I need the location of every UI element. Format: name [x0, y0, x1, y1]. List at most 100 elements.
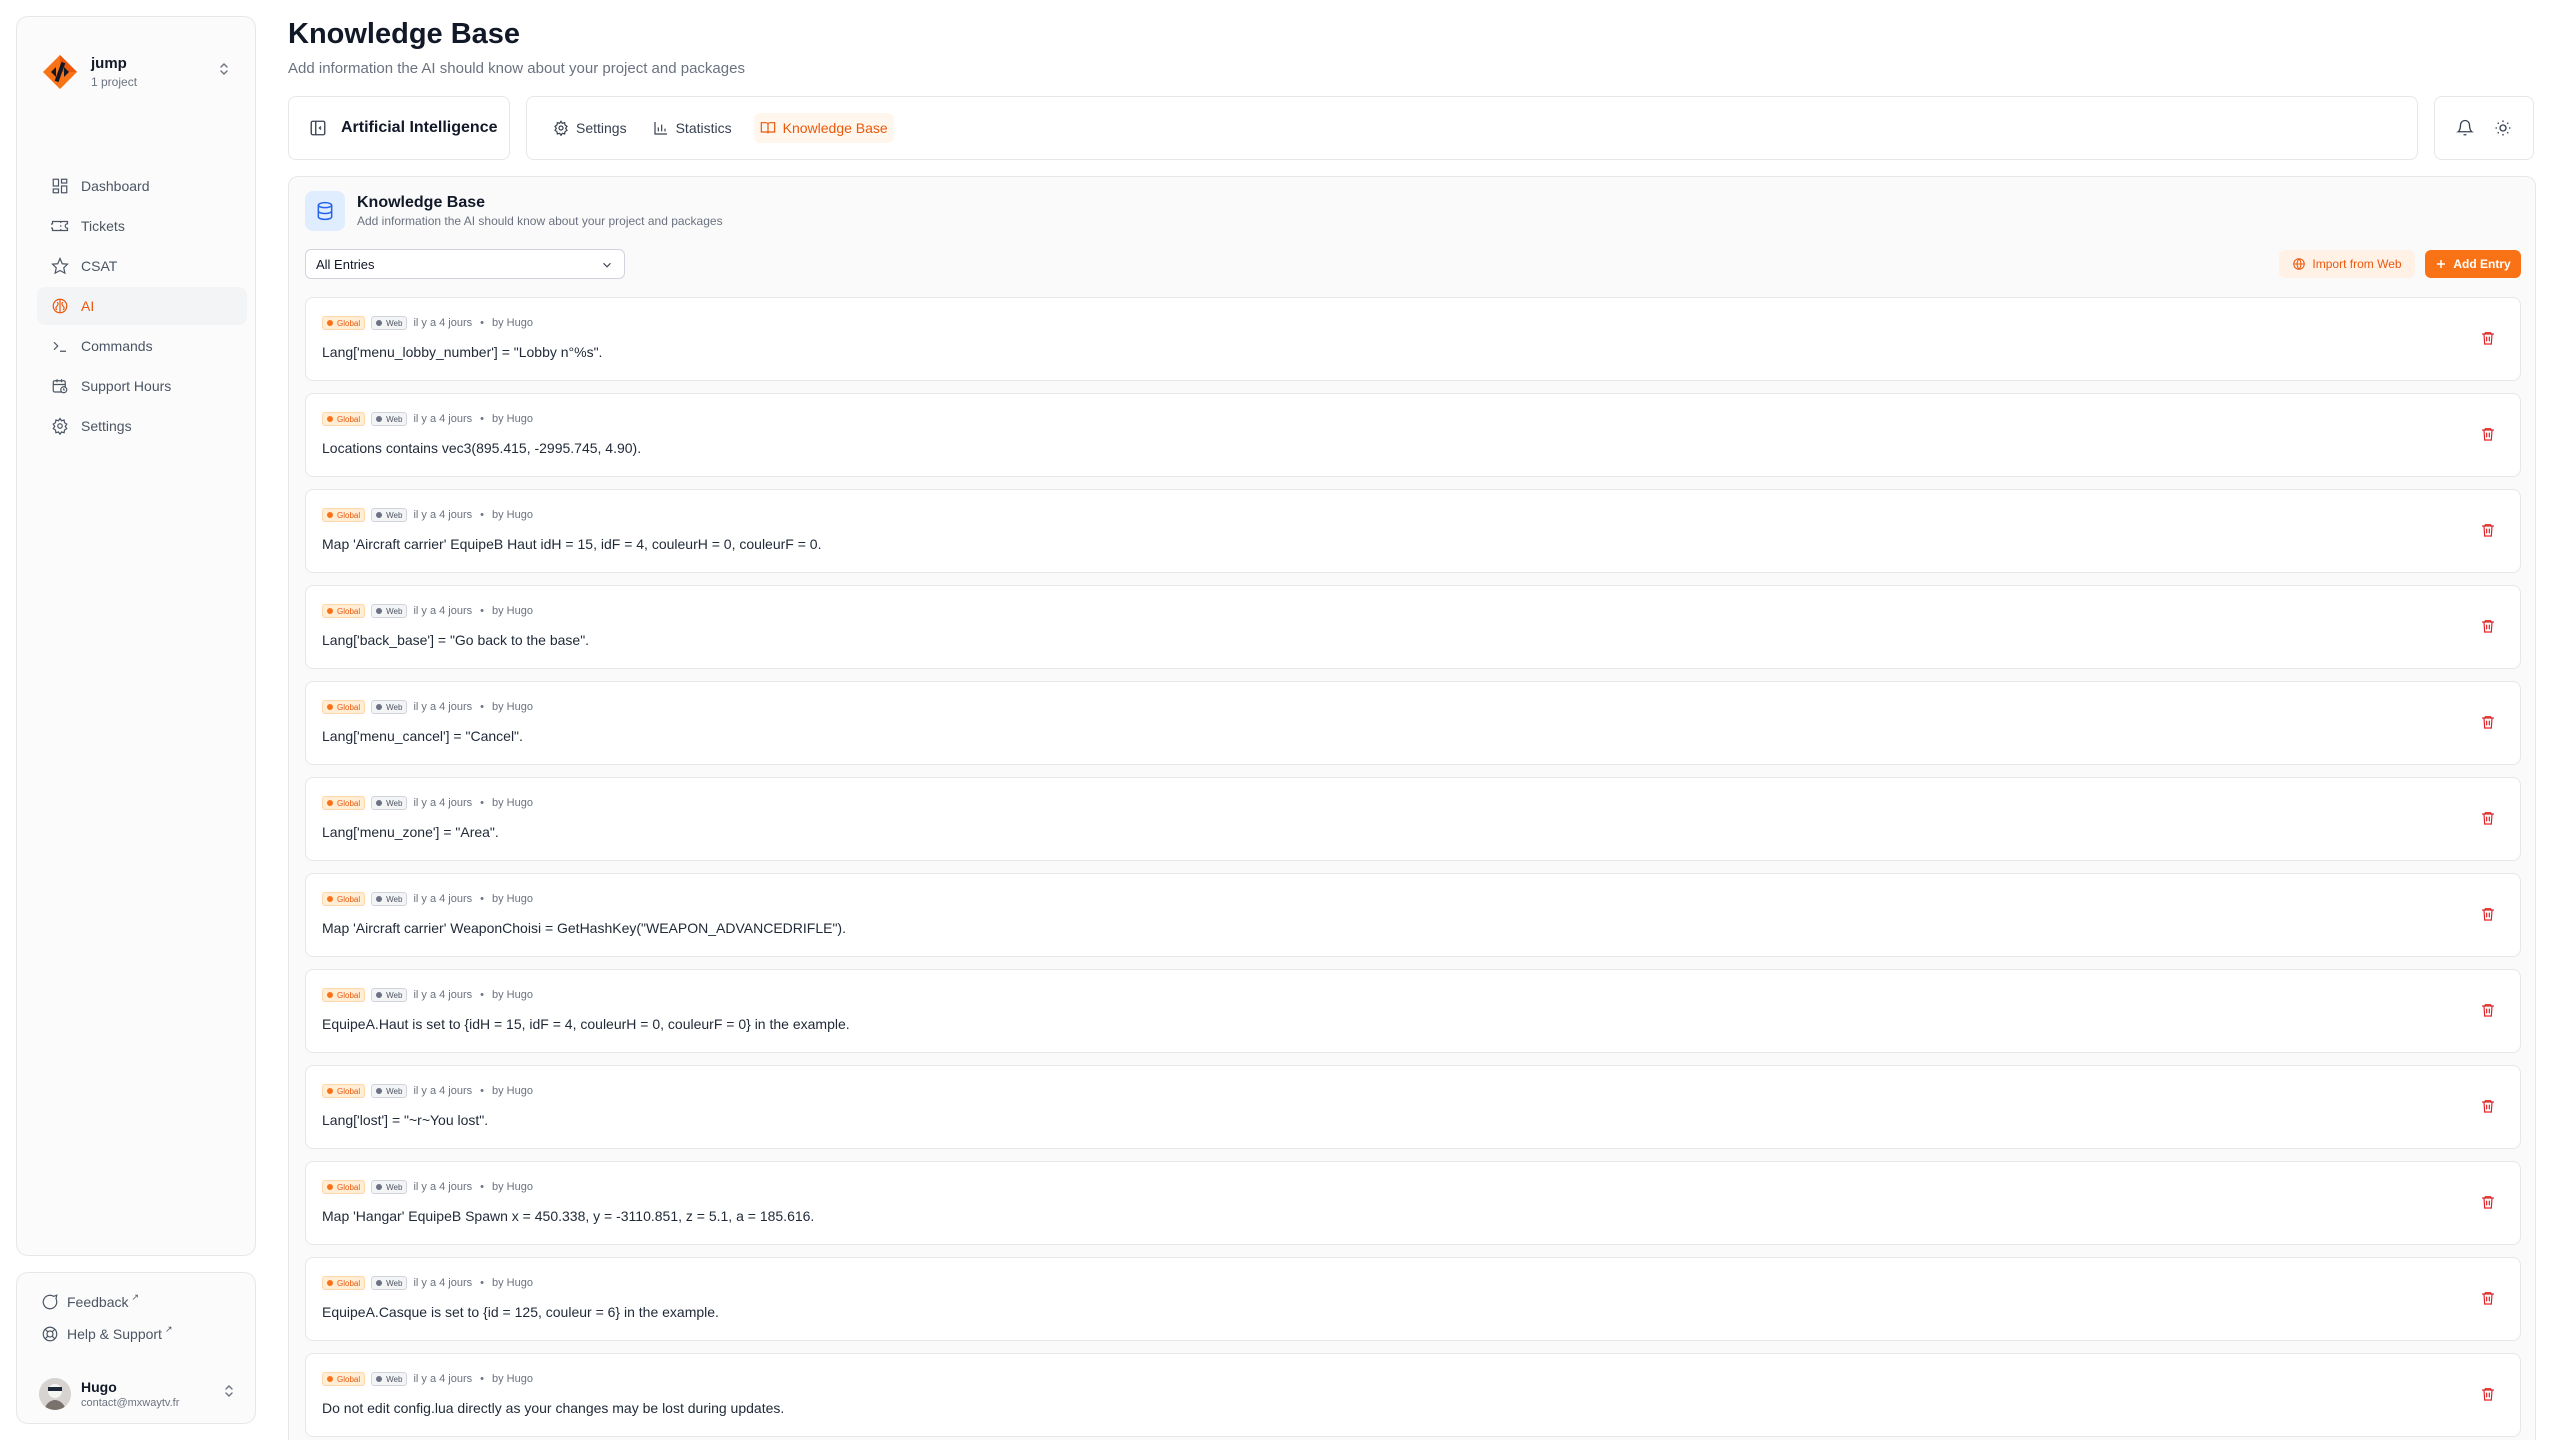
entry-time: il y a 4 jours	[413, 605, 473, 617]
entry-text: Map 'Aircraft carrier' WeaponChoisi = Ge…	[322, 920, 846, 936]
user-email: contact@mxwaytv.fr	[81, 1396, 180, 1409]
entry-text: Map 'Aircraft carrier' EquipeB Haut idH …	[322, 536, 822, 552]
trash-icon[interactable]	[2480, 1002, 2496, 1018]
list-item: Global Web il y a 4 jours • by Hugo Map 'Airc…	[305, 873, 2521, 957]
panel-subtitle: Add information the AI should know about…	[357, 214, 723, 228]
trash-icon[interactable]	[2480, 810, 2496, 826]
sidebar-item-label: Settings	[81, 418, 132, 434]
meta-separator: •	[480, 509, 484, 521]
trash-icon[interactable]	[2480, 426, 2496, 442]
entry-meta: Global Web il y a 4 jours • by Hugo	[322, 796, 533, 810]
import-label: Import from Web	[2312, 257, 2402, 271]
meta-separator: •	[480, 1181, 484, 1193]
user-menu[interactable]: Hugo contact@mxwaytv.fr	[39, 1373, 239, 1415]
badge-web: Web	[371, 412, 408, 426]
badge-web: Web	[371, 796, 408, 810]
sidebar-item-csat[interactable]: CSAT	[37, 247, 247, 285]
entry-text: Lang['menu_zone'] = "Area".	[322, 824, 499, 840]
globe-icon	[2293, 258, 2306, 270]
bell-icon[interactable]	[2456, 119, 2474, 137]
trash-icon[interactable]	[2480, 618, 2496, 634]
list-item: Global Web il y a 4 jours • by Hugo EquipeA.C…	[305, 1257, 2521, 1341]
dashboard-icon	[52, 178, 68, 194]
badge-web: Web	[371, 604, 408, 618]
entry-time: il y a 4 jours	[413, 1085, 473, 1097]
lifebuoy-icon	[42, 1326, 58, 1342]
sidebar-item-dashboard[interactable]: Dashboard	[37, 167, 247, 205]
project-switcher[interactable]: jump 1 project	[41, 37, 233, 107]
project-logo-icon	[41, 53, 79, 91]
user-name: Hugo	[81, 1378, 117, 1395]
badge-web: Web	[371, 508, 408, 522]
sidebar-item-label: Dashboard	[81, 178, 150, 194]
entry-meta: Global Web il y a 4 jours • by Hugo	[322, 1180, 533, 1194]
sidebar-item-ai[interactable]: AI	[37, 287, 247, 325]
list-item: Global Web il y a 4 jours • by Hugo Lang['los…	[305, 1065, 2521, 1149]
badge-global: Global	[322, 316, 366, 330]
entry-time: il y a 4 jours	[413, 509, 473, 521]
entry-meta: Global Web il y a 4 jours • by Hugo	[322, 508, 533, 522]
page-description: Add information the AI should know about…	[288, 60, 745, 77]
trash-icon[interactable]	[2480, 714, 2496, 730]
gear-icon	[554, 120, 568, 136]
sidebar-item-label: CSAT	[81, 258, 118, 274]
badge-global: Global	[322, 1276, 366, 1290]
feedback-link[interactable]: Feedback ↗	[41, 1292, 139, 1311]
entry-author: by Hugo	[492, 893, 533, 905]
terminal-icon	[53, 341, 66, 352]
sidebar-item-tickets[interactable]: Tickets	[37, 207, 247, 245]
meta-separator: •	[480, 893, 484, 905]
sidebar-item-settings[interactable]: Settings	[37, 407, 247, 445]
sidebar: jump 1 project Dashboard Tickets CSAT AI…	[16, 16, 256, 1256]
badge-global: Global	[322, 892, 366, 906]
chevron-up-down-icon	[223, 1383, 235, 1402]
list-item: Global Web il y a 4 jours • by Hugo Do not ed…	[305, 1353, 2521, 1437]
trash-icon[interactable]	[2480, 522, 2496, 538]
sidebar-item-commands[interactable]: Commands	[37, 327, 247, 365]
trash-icon[interactable]	[2480, 1098, 2496, 1114]
trash-icon[interactable]	[2480, 1386, 2496, 1402]
chevron-up-down-icon	[215, 61, 233, 83]
help-support-link[interactable]: Help & Support ↗	[41, 1323, 173, 1343]
tab-label: Knowledge Base	[782, 120, 888, 136]
section-toggle[interactable]: Artificial Intelligence	[288, 96, 510, 160]
message-circle-icon	[42, 1294, 58, 1310]
entry-author: by Hugo	[492, 1181, 533, 1193]
trash-icon[interactable]	[2480, 1290, 2496, 1306]
tab-knowledge-base[interactable]: Knowledge Base	[753, 113, 894, 143]
project-name: jump	[91, 55, 127, 72]
add-entry-button[interactable]: Add Entry	[2425, 250, 2521, 278]
sun-icon[interactable]	[2494, 119, 2512, 137]
entry-text: Lang['lost'] = "~r~You lost".	[322, 1112, 489, 1128]
entry-time: il y a 4 jours	[413, 1373, 473, 1385]
badge-web: Web	[371, 1276, 408, 1290]
entry-text: Lang['menu_lobby_number'] = "Lobby n°%s"…	[322, 344, 603, 360]
list-item: Global Web il y a 4 jours • by Hugo Locations…	[305, 393, 2521, 477]
badge-web: Web	[371, 316, 408, 330]
entries-filter-select[interactable]: All Entries	[305, 249, 625, 279]
tab-settings[interactable]: Settings	[549, 113, 631, 143]
knowledge-base-panel: Knowledge Base Add information the AI sh…	[288, 176, 2536, 1440]
list-item: Global Web il y a 4 jours • by Hugo Lang['bac…	[305, 585, 2521, 669]
entry-meta: Global Web il y a 4 jours • by Hugo	[322, 412, 533, 426]
trash-icon[interactable]	[2480, 906, 2496, 922]
import-from-web-button[interactable]: Import from Web	[2279, 250, 2415, 278]
external-link-icon: ↗	[164, 1323, 173, 1334]
sidebar-footer: Feedback ↗ Help & Support ↗ Hugo contact…	[16, 1272, 256, 1424]
sidebar-item-label: AI	[81, 298, 95, 314]
entry-meta: Global Web il y a 4 jours • by Hugo	[322, 1276, 533, 1290]
tab-label: Settings	[576, 120, 627, 136]
list-item: Global Web il y a 4 jours • by Hugo Map 'Hang…	[305, 1161, 2521, 1245]
meta-separator: •	[480, 1373, 484, 1385]
header-actions	[2434, 96, 2534, 160]
entries-list: Global Web il y a 4 jours • by Hugo Lang['men…	[305, 297, 2521, 1440]
entry-text: Map 'Hangar' EquipeB Spawn x = 450.338, …	[322, 1208, 815, 1224]
sidebar-item-support-hours[interactable]: Support Hours	[37, 367, 247, 405]
filter-value: All Entries	[316, 256, 375, 272]
trash-icon[interactable]	[2480, 1194, 2496, 1210]
trash-icon[interactable]	[2480, 330, 2496, 346]
entry-meta: Global Web il y a 4 jours • by Hugo	[322, 988, 533, 1002]
tab-statistics[interactable]: Statistics	[649, 113, 736, 143]
entry-author: by Hugo	[492, 701, 533, 713]
entry-time: il y a 4 jours	[413, 1181, 473, 1193]
